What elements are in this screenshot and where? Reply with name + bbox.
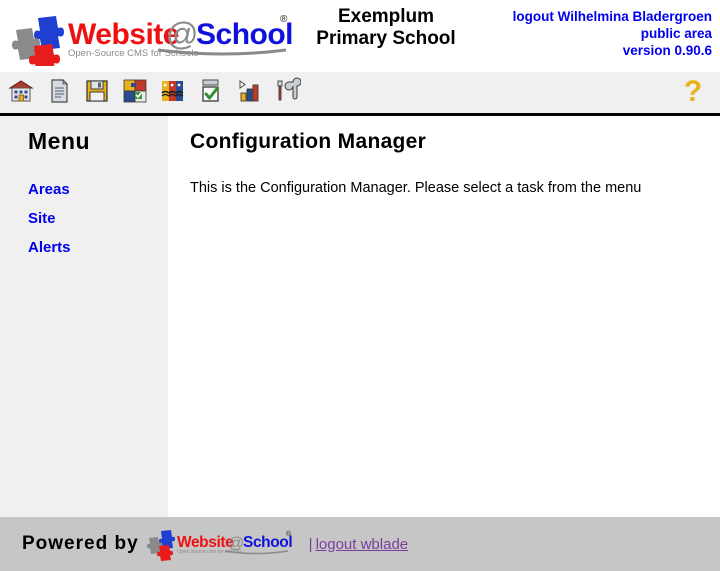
- logo-text-school: School: [196, 18, 293, 51]
- school-icon: [8, 80, 34, 102]
- puzzle-pieces-icon: [12, 16, 64, 66]
- footer-logo-text-school: School: [243, 534, 292, 551]
- toolbar-button-statistics[interactable]: [234, 75, 264, 107]
- toolbar-button-school[interactable]: [6, 75, 36, 107]
- version-label: version 0.90.6: [622, 43, 712, 58]
- toolbar-button-modules[interactable]: [120, 75, 150, 107]
- footer-logo[interactable]: Website @ School ® Open source cms for s…: [146, 527, 295, 561]
- school-name-line-2: Primary School: [316, 28, 456, 49]
- modules-icon: [123, 79, 147, 103]
- toolbar-button-users[interactable]: [158, 75, 188, 107]
- tools-icon: [277, 77, 301, 101]
- school-name-line-1: Exemplum: [337, 6, 435, 27]
- toolbar-button-save[interactable]: [82, 75, 112, 107]
- logout-link[interactable]: logout Wilhelmina Bladergroen: [513, 8, 712, 25]
- logo-tagline: Open-Source CMS for Schools: [68, 48, 199, 59]
- page-description: This is the Configuration Manager. Pleas…: [190, 180, 642, 196]
- footer-puzzle-pieces-icon: [146, 530, 175, 561]
- sidebar-item-areas[interactable]: Areas: [28, 181, 168, 198]
- website-at-school-logo-graphic: Website @ School ® Open-Source CMS for S…: [12, 14, 294, 66]
- toolbar-button-tools[interactable]: [272, 75, 302, 107]
- toolbar-button-tasks[interactable]: [196, 75, 226, 107]
- current-area-label: public area: [640, 26, 712, 41]
- school-name: Exemplum Primary School: [300, 6, 472, 50]
- statistics-icon: [239, 80, 259, 102]
- sidebar-item-alerts[interactable]: Alerts: [28, 239, 168, 256]
- users-icon: [161, 81, 184, 101]
- sidebar-item-site[interactable]: Site: [28, 210, 168, 227]
- footer-logout-link[interactable]: logout wblade: [316, 536, 409, 553]
- checklist-icon: [202, 79, 219, 102]
- main-toolbar: ?: [0, 72, 720, 116]
- sidebar-heading: Menu: [28, 128, 91, 154]
- footer-logo-registered-mark: ®: [286, 530, 292, 538]
- session-info: logout Wilhelmina Bladergroen public are…: [513, 8, 712, 59]
- floppy-disk-icon: [86, 80, 108, 102]
- logo-text-at: @: [166, 16, 198, 52]
- sidebar: Menu Areas Site Alerts: [0, 116, 168, 517]
- logo-registered-mark: ®: [280, 14, 288, 25]
- page-body: Menu Areas Site Alerts Configuration Man…: [0, 116, 720, 517]
- question-mark-icon: ?: [683, 75, 703, 108]
- toolbar-icon-group: [6, 75, 302, 107]
- page-title: Configuration Manager: [190, 130, 427, 153]
- help-button[interactable]: ?: [680, 77, 706, 107]
- page-icon: [51, 79, 68, 103]
- main-content: Configuration Manager This is the Config…: [168, 116, 720, 517]
- page-footer: Powered by Website @ School ® Open sourc…: [0, 517, 720, 571]
- page-header: Website @ School ® Open-Source CMS for S…: [0, 0, 720, 72]
- toolbar-button-pages[interactable]: [44, 75, 74, 107]
- logo-text-website: Website: [68, 18, 179, 51]
- site-logo[interactable]: Website @ School ® Open-Source CMS for S…: [8, 6, 298, 66]
- sidebar-menu-list: Areas Site Alerts: [28, 181, 168, 256]
- footer-logo-tagline: Open source cms for schools: [177, 549, 242, 555]
- footer-separator: |: [308, 535, 313, 553]
- powered-by-label: Powered by: [22, 533, 139, 554]
